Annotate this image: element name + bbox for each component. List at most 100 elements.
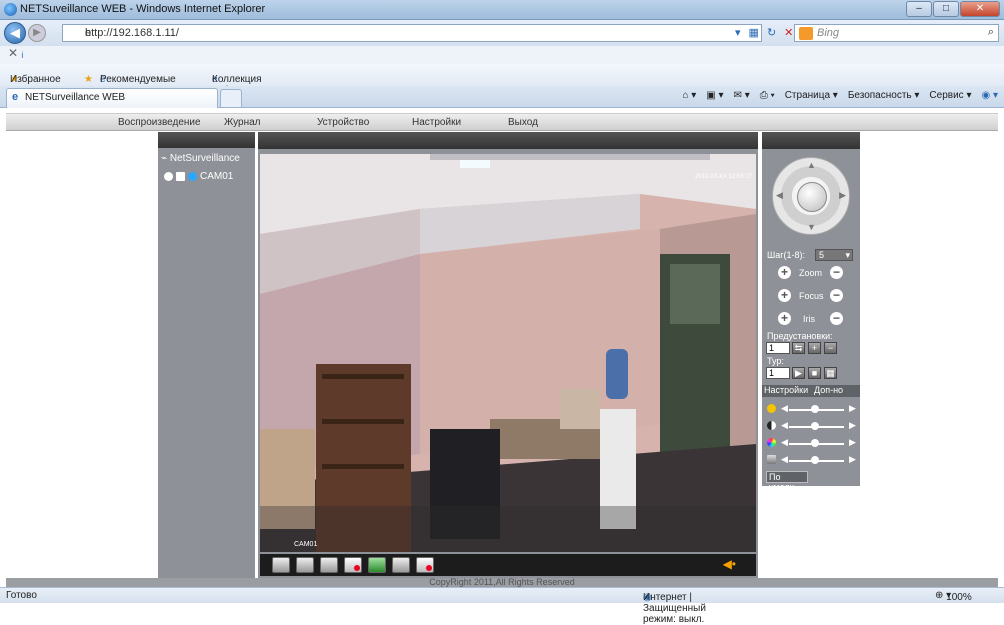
- search-placeholder: Bing: [817, 27, 840, 39]
- fullscreen-button[interactable]: [272, 557, 290, 573]
- device-tree-header: [158, 132, 255, 148]
- default-button[interactable]: По умолч.: [766, 471, 808, 492]
- video-controls: ◀•: [260, 554, 756, 576]
- single-view-button[interactable]: [296, 557, 314, 573]
- iris-label: Iris: [803, 314, 815, 324]
- camera-video[interactable]: 2012-03-XX 12:08:27 CAM01: [260, 154, 756, 552]
- tour-stop-button[interactable]: ■: [808, 367, 821, 379]
- iris-out-button[interactable]: −: [830, 312, 843, 325]
- saturation-icon: [767, 438, 776, 447]
- address-field[interactable]: e http://192.168.1.11/: [62, 24, 762, 42]
- video-frame: [260, 154, 756, 552]
- new-tab-button[interactable]: [220, 89, 242, 107]
- status-bar: Готово ◉ Интернет | Защищенный режим: вы…: [0, 587, 1004, 625]
- maximize-button[interactable]: □: [933, 1, 959, 17]
- zoom-label: Zoom: [799, 268, 823, 278]
- nav-settings[interactable]: Настройки: [412, 117, 461, 128]
- nav-exit[interactable]: Выход: [508, 117, 538, 128]
- saturation-slider[interactable]: ◀ ▶: [767, 437, 857, 449]
- mail-icon[interactable]: ✉ ▾: [734, 90, 750, 101]
- ptz-left-arrow[interactable]: ◀: [776, 190, 783, 201]
- preset-input[interactable]: 1: [766, 342, 790, 354]
- ptz-down-arrow[interactable]: ▼: [807, 222, 816, 232]
- add-preset-button[interactable]: +: [808, 342, 821, 354]
- dropdown-icon[interactable]: ▾: [735, 26, 741, 39]
- step-select[interactable]: 5 ▾: [815, 249, 853, 261]
- search-icon[interactable]: ⌕: [988, 26, 994, 39]
- close-toolbar-icon[interactable]: ✕: [8, 46, 18, 60]
- ptz-center-button[interactable]: [797, 182, 827, 212]
- tree-camera-item[interactable]: CAM01: [164, 171, 233, 182]
- back-button[interactable]: ◀: [4, 22, 26, 44]
- security-menu[interactable]: Безопасность ▾: [848, 90, 920, 101]
- ptz-right-arrow[interactable]: ▶: [839, 190, 846, 201]
- camera-label: CAM01: [200, 171, 234, 182]
- minimize-button[interactable]: –: [906, 1, 932, 17]
- bing-icon: [799, 27, 813, 40]
- record-icon[interactable]: [164, 172, 173, 181]
- tab-strip: NETSurveillance WEB ⌂ ▾ ▣ ▾ ✉ ▾ ⎙ ▾ Стра…: [0, 86, 1004, 108]
- tour-label: Тур:: [767, 356, 784, 366]
- record-button[interactable]: [344, 557, 362, 573]
- nav-device[interactable]: Устройство: [317, 117, 369, 128]
- volume-icon[interactable]: ◀•: [723, 557, 736, 571]
- zoom-level[interactable]: ⊕ 100% ▾: [935, 590, 972, 603]
- video-panel-header: [258, 132, 758, 149]
- video-channel-label: CAM01: [294, 541, 318, 548]
- stop-icon[interactable]: ✕: [784, 26, 793, 39]
- addon-icon: ᵢ: [21, 46, 24, 60]
- compat-icon[interactable]: ▦: [749, 26, 759, 39]
- goto-preset-button[interactable]: ⇆: [792, 342, 805, 354]
- stop-all-button[interactable]: [416, 557, 434, 573]
- window-title: NETSuveillance WEB - Windows Internet Ex…: [20, 3, 266, 15]
- tab-extra[interactable]: Доп-но: [814, 385, 843, 395]
- tab-settings[interactable]: Настройки: [764, 385, 808, 395]
- focus-in-button[interactable]: +: [778, 289, 791, 302]
- ptz-panel: ▲ ▼ ◀ ▶ Шаг(1-8): 5 ▾ + Zoom − + Focus − …: [762, 132, 860, 492]
- focus-label: Focus: [799, 291, 824, 301]
- close-button[interactable]: ✕: [960, 1, 1000, 17]
- talk-button[interactable]: [392, 557, 410, 573]
- hue-icon: [767, 455, 776, 464]
- contrast-slider[interactable]: ◀ ▶: [767, 420, 857, 432]
- command-bar: ⌂ ▾ ▣ ▾ ✉ ▾ ⎙ ▾ Страница ▾ Безопасность …: [682, 90, 998, 101]
- video-timestamp: 2012-03-XX 12:08:27: [694, 174, 752, 180]
- nav-journal[interactable]: Журнал: [224, 117, 261, 128]
- print-icon[interactable]: ⎙ ▾: [760, 90, 775, 101]
- zoom-out-button[interactable]: −: [830, 266, 843, 279]
- ptz-up-arrow[interactable]: ▲: [807, 160, 816, 170]
- address-toolbar: ◀ ▶ e http://192.168.1.11/ ▾ ▦ ↻ ✕ Bing …: [0, 20, 1004, 46]
- snapshot-button[interactable]: [368, 557, 386, 573]
- ie-logo-icon: [4, 3, 17, 16]
- tour-input[interactable]: 1: [766, 367, 790, 379]
- page-menu[interactable]: Страница ▾: [785, 90, 838, 101]
- device-tree-panel: ⌁ NetSurveillance CAM01: [158, 132, 255, 578]
- address-url: http://192.168.1.11/: [85, 27, 179, 39]
- search-field[interactable]: Bing ⌕: [794, 24, 999, 42]
- service-menu[interactable]: Сервис ▾: [929, 90, 971, 101]
- feeds-icon[interactable]: ▣ ▾: [706, 90, 723, 101]
- favorites-bar: ★ Избранное ★ e Рекомендуемые узлы ▾ e К…: [0, 64, 1004, 107]
- delete-preset-button[interactable]: −: [824, 342, 837, 354]
- iris-in-button[interactable]: +: [778, 312, 791, 325]
- brightness-slider[interactable]: ◀ ▶: [767, 403, 857, 415]
- tab-netsurveillance[interactable]: NETSurveillance WEB: [6, 88, 218, 108]
- tree-root[interactable]: ⌁ NetSurveillance: [161, 153, 240, 164]
- window-title-bar: NETSuveillance WEB - Windows Internet Ex…: [0, 0, 1004, 20]
- zoom-in-button[interactable]: +: [778, 266, 791, 279]
- brightness-icon: [767, 404, 776, 413]
- ptz-joystick[interactable]: ▲ ▼ ◀ ▶: [772, 157, 850, 235]
- forward-button[interactable]: ▶: [28, 24, 46, 42]
- tour-grid-button[interactable]: ▦: [824, 367, 837, 379]
- hue-slider[interactable]: ◀ ▶: [767, 454, 857, 466]
- help-icon[interactable]: ◉ ▾: [981, 90, 998, 101]
- contrast-icon: [767, 421, 776, 430]
- camera-status-icon: [188, 172, 197, 181]
- quad-view-button[interactable]: [320, 557, 338, 573]
- home-icon[interactable]: ⌂ ▾: [682, 90, 696, 101]
- play-icon[interactable]: [176, 172, 185, 181]
- nav-playback[interactable]: Воспроизведение: [118, 117, 201, 128]
- tour-play-button[interactable]: ▶: [792, 367, 805, 379]
- refresh-icon[interactable]: ↻: [767, 26, 776, 39]
- focus-out-button[interactable]: −: [830, 289, 843, 302]
